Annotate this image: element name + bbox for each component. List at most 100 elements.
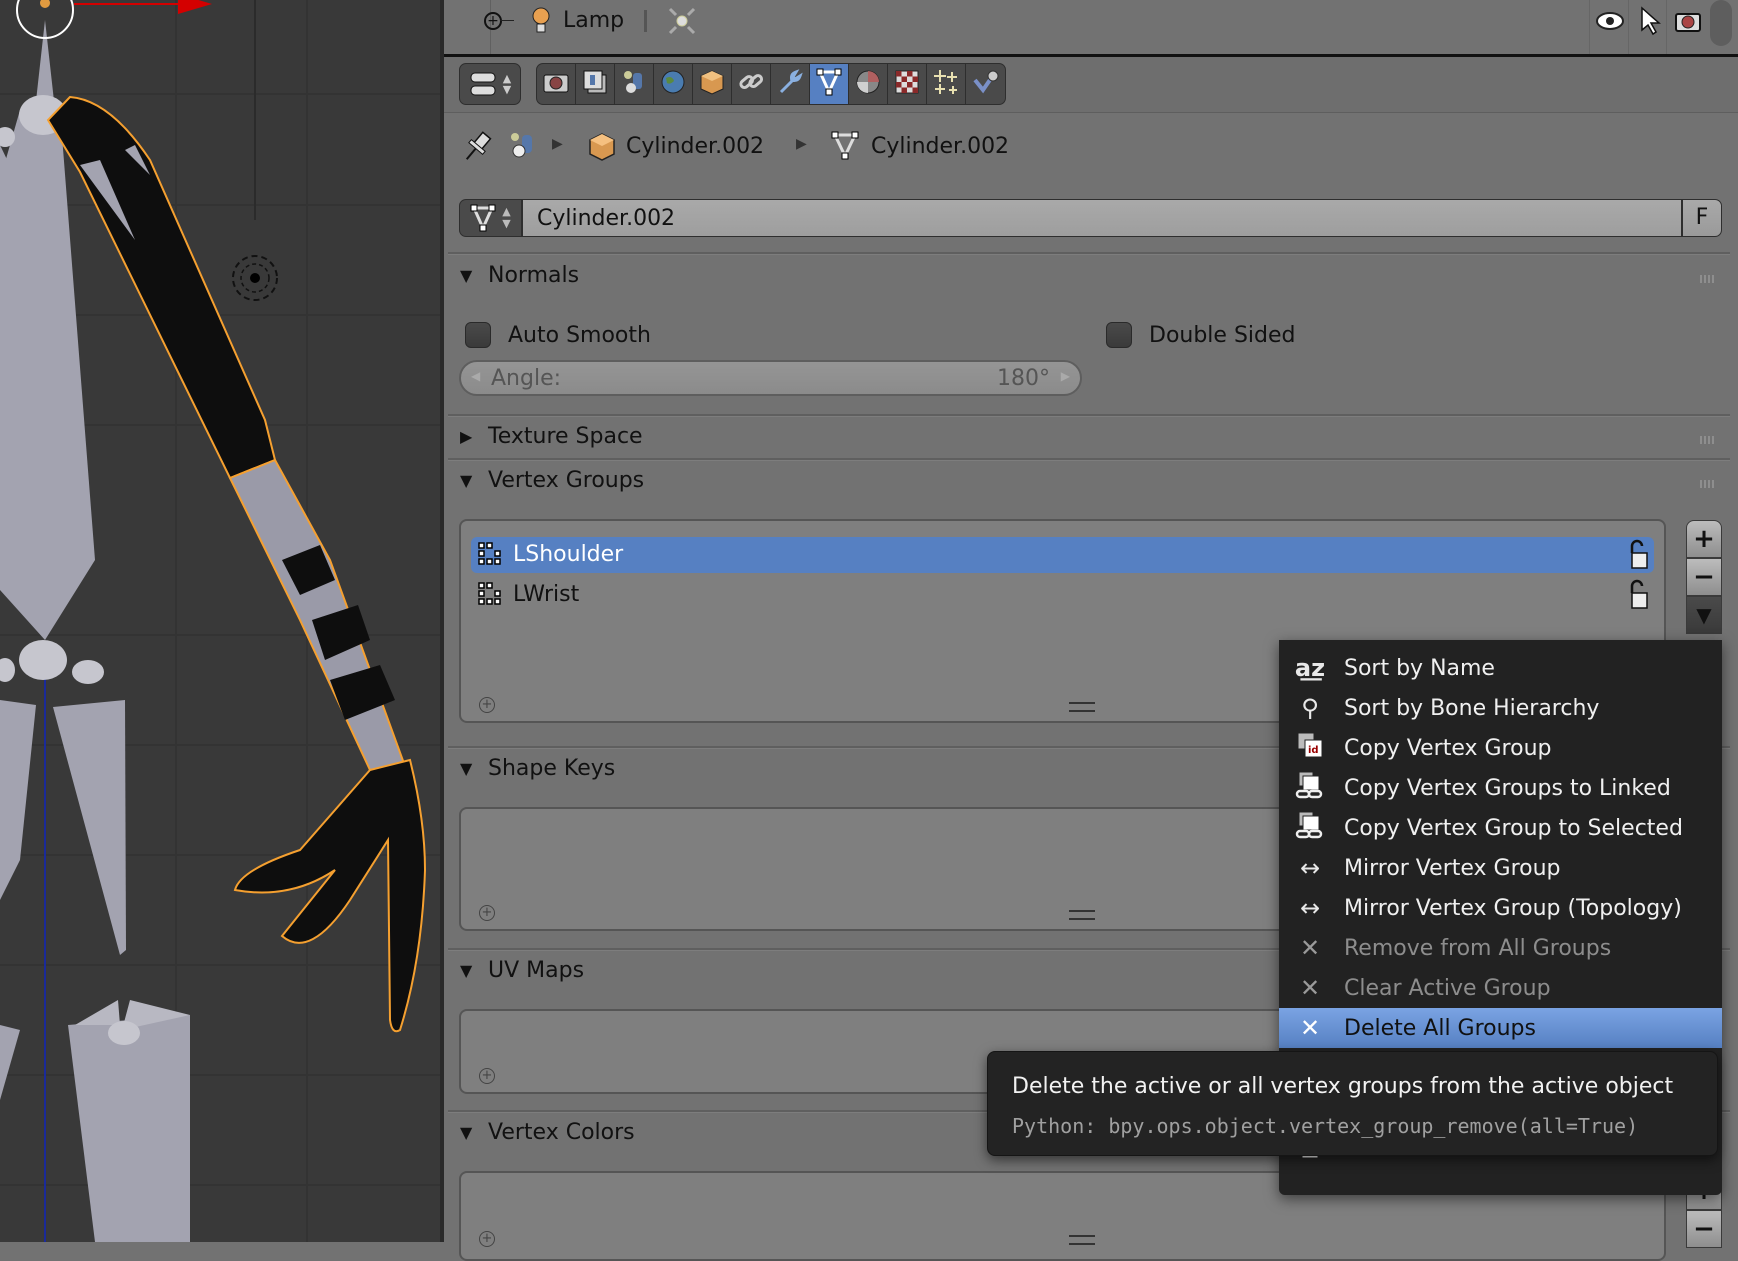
filter-options-icon[interactable]: +	[479, 1068, 495, 1084]
x-icon: ✕	[1299, 934, 1321, 962]
menu-item-clear-active-group[interactable]: ✕ Clear Active Group	[1279, 968, 1722, 1008]
double-sided-label: Double Sided	[1149, 323, 1296, 348]
mesh-data-icon	[830, 130, 860, 162]
tooltip-description: Delete the active or all vertex groups f…	[1012, 1074, 1674, 1099]
editor-type-button[interactable]: ▲ ▼	[459, 63, 521, 105]
tab-data[interactable]	[810, 64, 849, 104]
area-divider[interactable]	[440, 0, 444, 1242]
vertex-group-specials-button[interactable]: ▼	[1686, 596, 1722, 634]
world-icon	[660, 69, 686, 99]
svg-text:id: id	[1308, 745, 1319, 756]
list-resize-handle[interactable]	[1069, 1235, 1095, 1245]
expand-triangle-icon: ▼	[460, 471, 473, 490]
menu-item-sort-by-name[interactable]: a͟z Sort by Name	[1279, 648, 1722, 688]
menu-item-mirror-vertex-group-topology[interactable]: ↔ Mirror Vertex Group (Topology)	[1279, 888, 1722, 928]
tooltip-python: Python: bpy.ops.object.vertex_group_remo…	[1012, 1114, 1639, 1138]
add-vertex-group-button[interactable]: +	[1686, 520, 1722, 558]
tab-material[interactable]	[849, 64, 888, 104]
mesh-browse-button[interactable]: ▲ ▼	[459, 199, 522, 237]
visibility-eye-icon[interactable]	[1595, 8, 1625, 34]
uv-maps-panel-header[interactable]: ▼ UV Maps	[460, 958, 584, 983]
render-layers-icon	[582, 69, 608, 99]
decrement-arrow-icon[interactable]: ◀	[471, 369, 480, 383]
list-item[interactable]: LShoulder	[471, 537, 1654, 573]
double-sided-checkbox[interactable]	[1106, 322, 1132, 348]
panel-drag-grip[interactable]	[1700, 275, 1716, 283]
unlock-icon[interactable]	[1627, 539, 1649, 571]
breadcrumb-arrow: ▶	[552, 136, 563, 152]
vertex-group-icon	[478, 582, 501, 605]
mesh-data-icon	[470, 204, 496, 232]
vertex-colors-panel-header[interactable]: ▼ Vertex Colors	[460, 1120, 635, 1145]
outliner-scrollbar[interactable]	[1710, 0, 1732, 46]
panel-separator	[448, 252, 1730, 255]
3d-viewport[interactable]	[0, 0, 440, 1242]
lamp-data-icon[interactable]	[667, 6, 697, 36]
filter-options-icon[interactable]: +	[479, 1231, 495, 1247]
remove-vertex-group-button[interactable]: −	[1686, 558, 1722, 596]
panel-separator	[448, 458, 1730, 461]
link-copy-icon	[1292, 770, 1328, 806]
scene-icon	[621, 69, 647, 99]
panel-title: Normals	[488, 263, 580, 288]
tab-constraints[interactable]	[732, 64, 771, 104]
fake-user-button[interactable]: F	[1682, 199, 1722, 237]
breadcrumb-mesh: Cylinder.002	[871, 134, 1010, 159]
tab-physics[interactable]	[966, 64, 1005, 104]
sort-alpha-icon: a͟z	[1294, 654, 1326, 682]
mesh-name-field[interactable]: Cylinder.002	[522, 199, 1682, 237]
shape-keys-panel-header[interactable]: ▼ Shape Keys	[460, 756, 615, 781]
panel-drag-grip[interactable]	[1700, 480, 1716, 488]
list-item[interactable]: LWrist	[471, 577, 1654, 613]
copy-id-icon: id	[1292, 731, 1328, 765]
mirror-arrows-icon: ↔	[1299, 854, 1321, 882]
tab-render-layers[interactable]	[576, 64, 615, 104]
render-camera-icon[interactable]	[1674, 8, 1702, 34]
menu-item-copy-vertex-groups-to-linked[interactable]: Copy Vertex Groups to Linked	[1279, 768, 1722, 808]
normals-panel-header[interactable]: ▼ Normals	[460, 263, 579, 288]
list-resize-handle[interactable]	[1069, 702, 1095, 712]
lamp-object	[232, 255, 278, 301]
checker-texture-icon	[895, 70, 919, 98]
vertex-groups-panel-header[interactable]: ▼ Vertex Groups	[460, 468, 644, 493]
menu-item-delete-all-groups[interactable]: ✕ Delete All Groups	[1279, 1008, 1722, 1048]
panel-drag-grip[interactable]	[1700, 436, 1716, 444]
properties-header: ▲ ▼	[444, 57, 1738, 113]
menu-item-sort-by-bone-hierarchy[interactable]: ⚲ Sort by Bone Hierarchy	[1279, 688, 1722, 728]
tab-world[interactable]	[654, 64, 693, 104]
tab-object[interactable]	[693, 64, 732, 104]
scene-context-icon	[508, 130, 538, 162]
unlock-icon[interactable]	[1627, 579, 1649, 611]
viewport-scene	[0, 0, 440, 1242]
tab-modifiers[interactable]	[771, 64, 810, 104]
minus-icon: −	[1693, 562, 1715, 592]
auto-smooth-checkbox[interactable]	[465, 322, 491, 348]
wrench-icon	[777, 69, 803, 99]
increment-arrow-icon[interactable]: ▶	[1061, 369, 1070, 383]
minus-icon: −	[1693, 1214, 1715, 1244]
tab-particles[interactable]	[927, 64, 966, 104]
mirror-arrows-icon: ↔	[1299, 894, 1321, 922]
list-item-name: LShoulder	[513, 542, 624, 567]
outliner-row-label[interactable]: Lamp	[563, 8, 624, 33]
menu-item-remove-from-all-groups[interactable]: ✕ Remove from All Groups	[1279, 928, 1722, 968]
remove-vertex-color-button[interactable]: −	[1686, 1210, 1722, 1248]
expand-icon[interactable]: +	[484, 12, 502, 30]
filter-options-icon[interactable]: +	[479, 697, 495, 713]
filter-options-icon[interactable]: +	[479, 905, 495, 921]
menu-item-mirror-vertex-group[interactable]: ↔ Mirror Vertex Group	[1279, 848, 1722, 888]
tab-texture[interactable]	[888, 64, 927, 104]
tab-scene[interactable]	[615, 64, 654, 104]
plus-icon: +	[1693, 524, 1715, 554]
angle-field[interactable]: ◀ Angle: 180° ▶	[459, 360, 1082, 396]
constraint-link-icon	[738, 69, 764, 99]
panel-title: UV Maps	[488, 958, 585, 983]
list-resize-handle[interactable]	[1069, 910, 1095, 920]
pin-icon[interactable]	[462, 130, 492, 164]
tab-render[interactable]	[537, 64, 576, 104]
menu-item-copy-vertex-group[interactable]: id Copy Vertex Group	[1279, 728, 1722, 768]
texture-space-panel-header[interactable]: ▶ Texture Space	[460, 424, 643, 449]
menu-item-copy-vertex-group-to-selected[interactable]: Copy Vertex Group to Selected	[1279, 808, 1722, 848]
panel-separator	[448, 414, 1730, 417]
selectability-cursor-icon[interactable]	[1638, 6, 1662, 36]
